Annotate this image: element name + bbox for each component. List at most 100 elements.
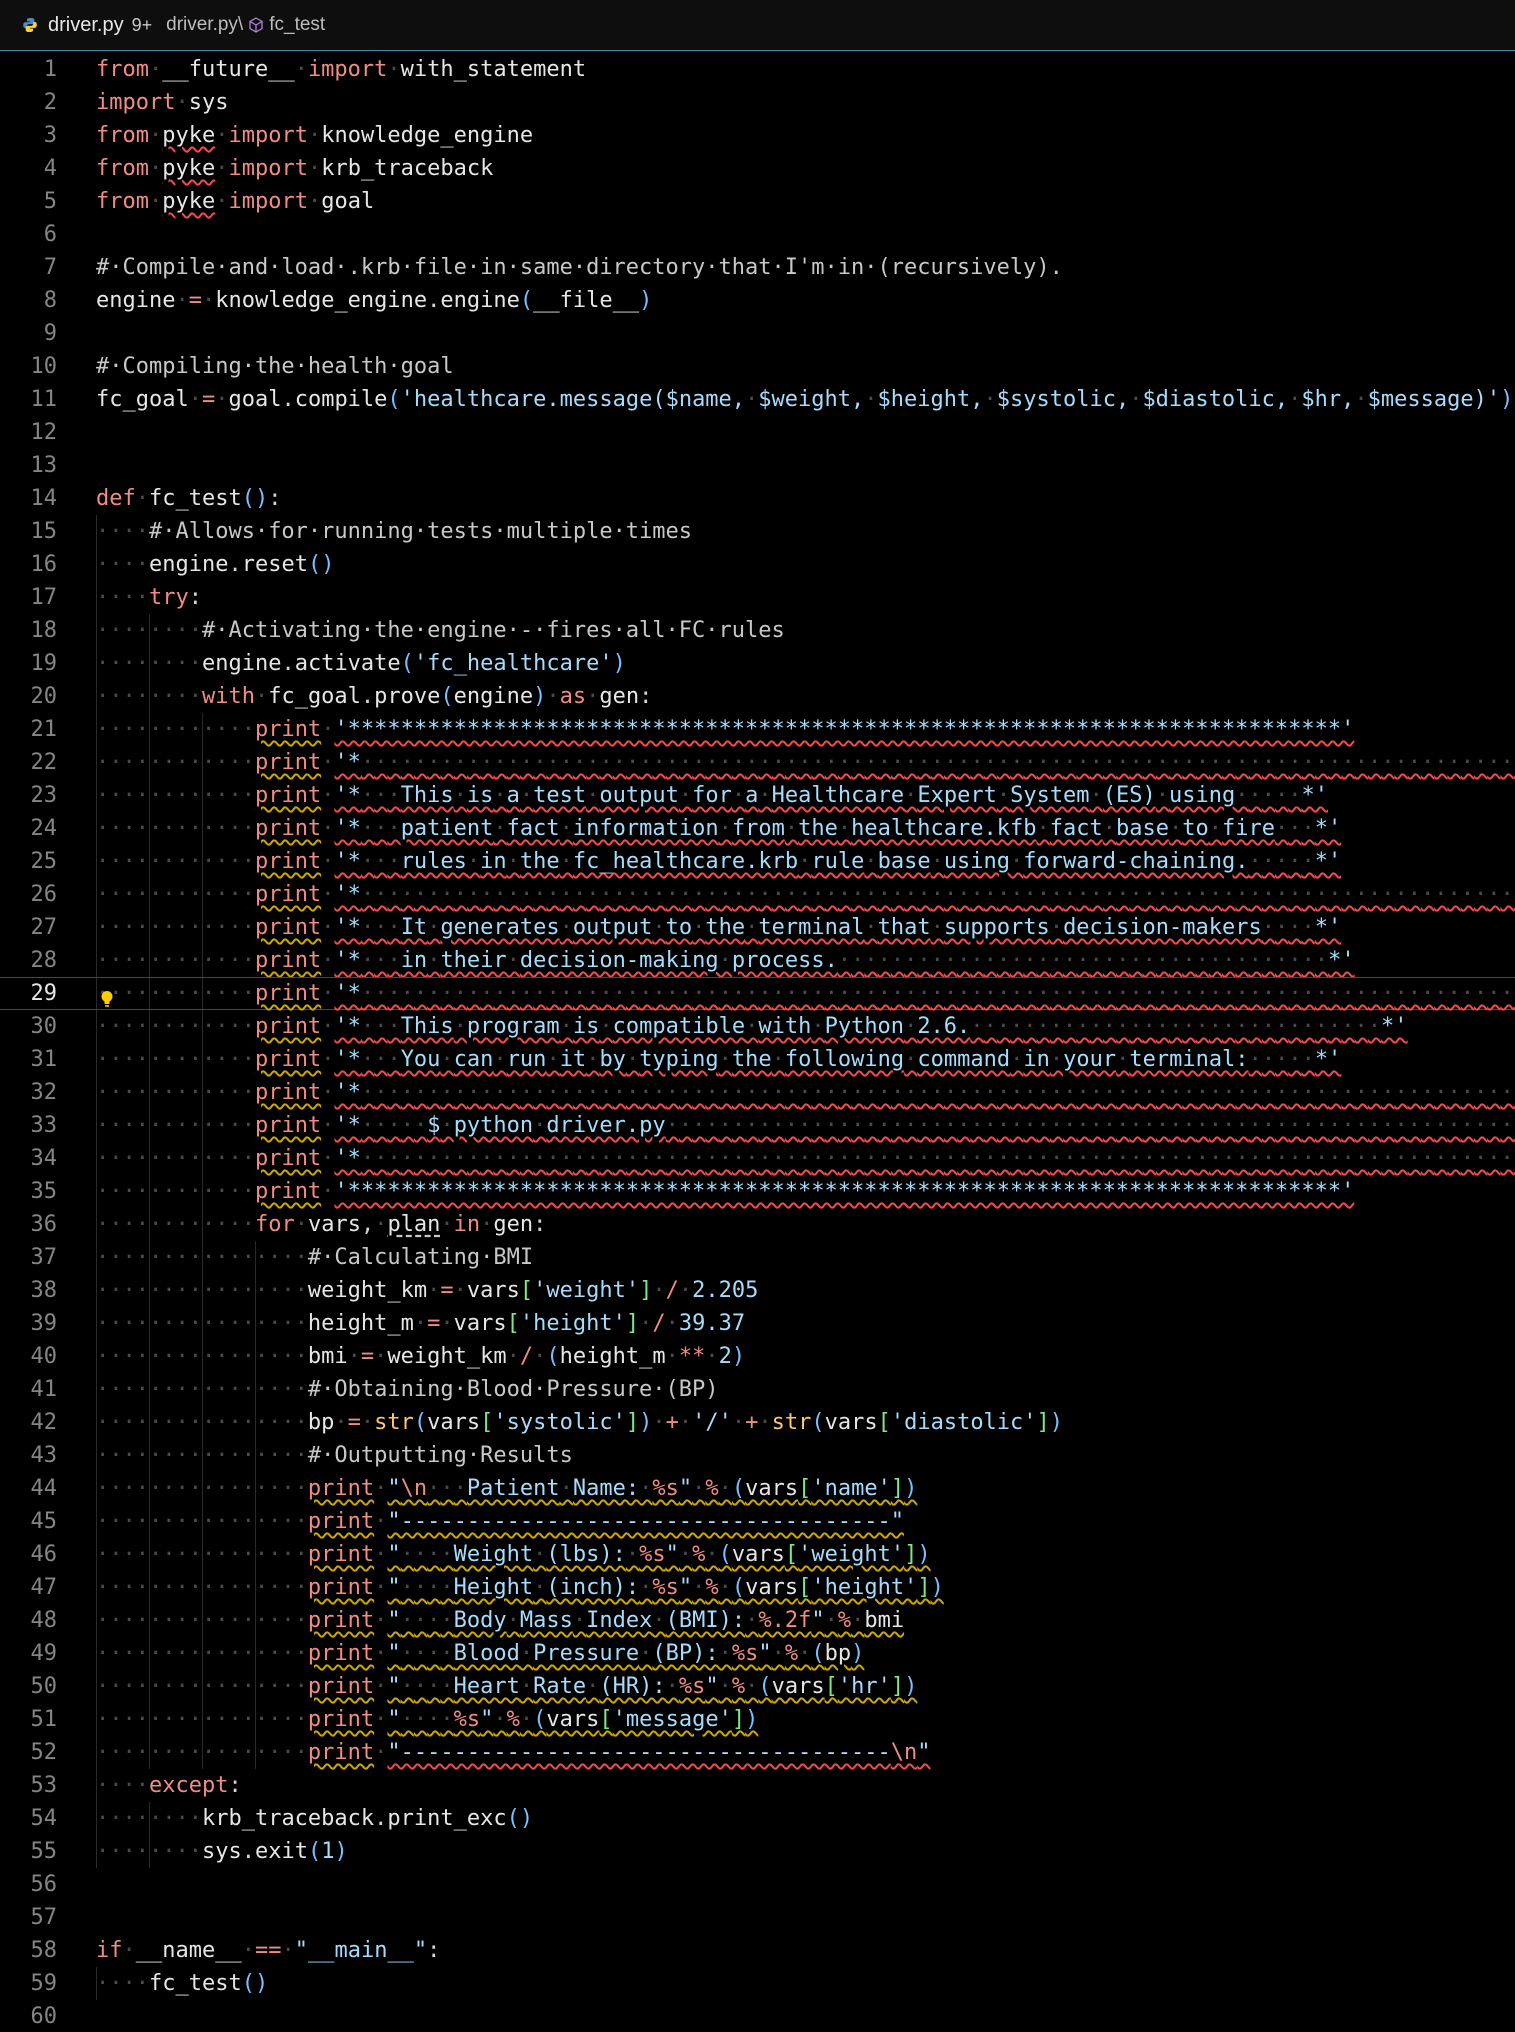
line-code: import·sys bbox=[96, 90, 229, 115]
code-line[interactable]: 35 ············print·'*******************… bbox=[0, 1175, 1515, 1208]
line-number: 44 bbox=[30, 1476, 58, 1501]
code-line[interactable]: 30 ············print·'*···This·program·is… bbox=[0, 1010, 1515, 1043]
code-line[interactable]: 5 from·pyke·import·goal bbox=[0, 185, 1515, 218]
code-line[interactable]: 39 ················height_m·=·vars['heigh… bbox=[0, 1307, 1515, 1340]
indent-guide bbox=[201, 1175, 203, 1208]
code-line[interactable]: 6 bbox=[0, 218, 1515, 251]
code-line[interactable]: 50 ················print·"····Heart·Rate·… bbox=[0, 1670, 1515, 1703]
line-code: ················weight_km·=·vars['weight… bbox=[96, 1278, 759, 1303]
line-code: ············print·'*···This·program·is·c… bbox=[96, 1014, 1408, 1039]
code-line[interactable]: 51 ················print·"····%s"·%·(vars… bbox=[0, 1703, 1515, 1736]
code-line[interactable]: 8 engine·=·knowledge_engine.engine(__file… bbox=[0, 284, 1515, 317]
line-code: ················print·"-----------------… bbox=[96, 1509, 904, 1534]
code-line[interactable]: 45 ················print·"---------------… bbox=[0, 1505, 1515, 1538]
code-line[interactable]: 25 ············print·'*···rules·in·the·fc… bbox=[0, 845, 1515, 878]
code-line[interactable]: 18 ········#·Activating·the·engine·-·fire… bbox=[0, 614, 1515, 647]
code-line[interactable]: 29 ············print·'*··················… bbox=[0, 977, 1515, 1010]
code-line[interactable]: 47 ················print·"····Height·(inc… bbox=[0, 1571, 1515, 1604]
code-line[interactable]: 1 from·__future__·import·with_statement bbox=[0, 53, 1515, 86]
line-number: 47 bbox=[30, 1575, 58, 1600]
line-code: ····engine.reset() bbox=[96, 552, 335, 577]
line-number: 23 bbox=[30, 783, 58, 808]
code-line[interactable]: 22 ············print·'*··················… bbox=[0, 746, 1515, 779]
indent-guide bbox=[254, 1670, 256, 1703]
code-line[interactable]: 55 ········sys.exit(1) bbox=[0, 1835, 1515, 1868]
code-line[interactable]: 46 ················print·"····Weight·(lbs… bbox=[0, 1538, 1515, 1571]
code-line[interactable]: 19 ········engine.activate('fc_healthcare… bbox=[0, 647, 1515, 680]
code-line[interactable]: 11 fc_goal·=·goal.compile('healthcare.mes… bbox=[0, 383, 1515, 416]
code-line[interactable]: 4 from·pyke·import·krb_traceback bbox=[0, 152, 1515, 185]
indent-guide bbox=[148, 647, 150, 680]
code-line[interactable]: 32 ············print·'*··················… bbox=[0, 1076, 1515, 1109]
code-line[interactable]: 52 ················print·"---------------… bbox=[0, 1736, 1515, 1769]
code-line[interactable]: 17 ····try: bbox=[0, 581, 1515, 614]
line-number: 30 bbox=[30, 1014, 58, 1039]
code-line[interactable]: 41 ················#·Obtaining·Blood·Pres… bbox=[0, 1373, 1515, 1406]
indent-guide bbox=[148, 1142, 150, 1175]
code-line[interactable]: 31 ············print·'*···You·can·run·it·… bbox=[0, 1043, 1515, 1076]
line-code: ············print·'*********************… bbox=[96, 1179, 1355, 1204]
code-line[interactable]: 9 bbox=[0, 317, 1515, 350]
code-line[interactable]: 33 ············print·'*·····$·python·driv… bbox=[0, 1109, 1515, 1142]
code-line[interactable]: 60 bbox=[0, 2000, 1515, 2032]
code-line[interactable]: 23 ············print·'*···This·is·a·test·… bbox=[0, 779, 1515, 812]
code-line[interactable]: 16 ····engine.reset() bbox=[0, 548, 1515, 581]
breadcrumb-file[interactable]: driver.py bbox=[48, 14, 124, 37]
code-line[interactable]: 2 import·sys bbox=[0, 86, 1515, 119]
code-line[interactable]: 15 ····#·Allows·for·running·tests·multipl… bbox=[0, 515, 1515, 548]
line-code: from·pyke·import·knowledge_engine bbox=[96, 123, 534, 148]
line-number: 17 bbox=[30, 585, 58, 610]
lightbulb-icon[interactable] bbox=[100, 986, 114, 1007]
indent-guide bbox=[148, 1670, 150, 1703]
code-line[interactable]: 21 ············print·'*******************… bbox=[0, 713, 1515, 746]
code-line[interactable]: 56 bbox=[0, 1868, 1515, 1901]
code-line[interactable]: 53 ····except: bbox=[0, 1769, 1515, 1802]
line-number: 45 bbox=[30, 1509, 58, 1534]
code-line[interactable]: 38 ················weight_km·=·vars['weig… bbox=[0, 1274, 1515, 1307]
line-code: #·Compiling·the·health·goal bbox=[96, 354, 454, 379]
line-number: 34 bbox=[30, 1146, 58, 1171]
code-line[interactable]: 44 ················print·"\n···Patient·Na… bbox=[0, 1472, 1515, 1505]
code-line[interactable]: 48 ················print·"····Body·Mass·I… bbox=[0, 1604, 1515, 1637]
line-code: ················#·Calculating·BMI bbox=[96, 1245, 534, 1270]
code-line[interactable]: 24 ············print·'*···patient·fact·in… bbox=[0, 812, 1515, 845]
code-line[interactable]: 28 ············print·'*···in·their·decisi… bbox=[0, 944, 1515, 977]
code-line[interactable]: 20 ········with·fc_goal.prove(engine)·as·… bbox=[0, 680, 1515, 713]
code-line[interactable]: 13 bbox=[0, 449, 1515, 482]
code-line[interactable]: 12 bbox=[0, 416, 1515, 449]
code-line[interactable]: 10 #·Compiling·the·health·goal bbox=[0, 350, 1515, 383]
code-line[interactable]: 26 ············print·'*··················… bbox=[0, 878, 1515, 911]
line-code: ············print·'*····················… bbox=[96, 1146, 1515, 1171]
indent-guide bbox=[96, 1340, 97, 1373]
code-editor[interactable]: 1 from·__future__·import·with_statement 2 i… bbox=[0, 51, 1515, 2032]
code-line[interactable]: 37 ················#·Calculating·BMI bbox=[0, 1241, 1515, 1274]
code-line[interactable]: 57 bbox=[0, 1901, 1515, 1934]
code-line[interactable]: 3 from·pyke·import·knowledge_engine bbox=[0, 119, 1515, 152]
code-line[interactable]: 36 ············for·vars,·plan·in·gen: bbox=[0, 1208, 1515, 1241]
code-line[interactable]: 42 ················bp·=·str(vars['systoli… bbox=[0, 1406, 1515, 1439]
indent-guide bbox=[148, 1835, 150, 1868]
code-line[interactable]: 59 ····fc_test() bbox=[0, 1967, 1515, 2000]
code-line[interactable]: 54 ········krb_traceback.print_exc() bbox=[0, 1802, 1515, 1835]
line-code: ····#·Allows·for·running·tests·multiple·… bbox=[96, 519, 693, 544]
line-code: ········#·Activating·the·engine·-·fires·… bbox=[96, 618, 785, 643]
breadcrumb-symbol[interactable]: fc_test bbox=[269, 14, 325, 36]
code-line[interactable]: 49 ················print·"····Blood·Press… bbox=[0, 1637, 1515, 1670]
line-code: ················height_m·=·vars['height'… bbox=[96, 1311, 746, 1336]
indent-guide bbox=[96, 647, 97, 680]
code-line[interactable]: 27 ············print·'*···It·generates·ou… bbox=[0, 911, 1515, 944]
line-number: 7 bbox=[43, 255, 57, 280]
code-line[interactable]: 7 #·Compile·and·load·.krb·file·in·same·di… bbox=[0, 251, 1515, 284]
breadcrumb-path[interactable]: driver.py\ bbox=[166, 14, 243, 36]
indent-guide bbox=[96, 1802, 97, 1835]
code-line[interactable]: 34 ············print·'*··················… bbox=[0, 1142, 1515, 1175]
line-number: 37 bbox=[30, 1245, 58, 1270]
line-number: 50 bbox=[30, 1674, 58, 1699]
code-line[interactable]: 40 ················bmi·=·weight_km·/·(hei… bbox=[0, 1340, 1515, 1373]
code-line[interactable]: 58 if·__name__·==·"__main__": bbox=[0, 1934, 1515, 1967]
code-line[interactable]: 14 def·fc_test(): bbox=[0, 482, 1515, 515]
line-code: ············print·'*···You·can·run·it·by… bbox=[96, 1047, 1342, 1072]
indent-guide bbox=[201, 1571, 203, 1604]
line-number: 16 bbox=[30, 552, 58, 577]
code-line[interactable]: 43 ················#·Outputting·Results bbox=[0, 1439, 1515, 1472]
